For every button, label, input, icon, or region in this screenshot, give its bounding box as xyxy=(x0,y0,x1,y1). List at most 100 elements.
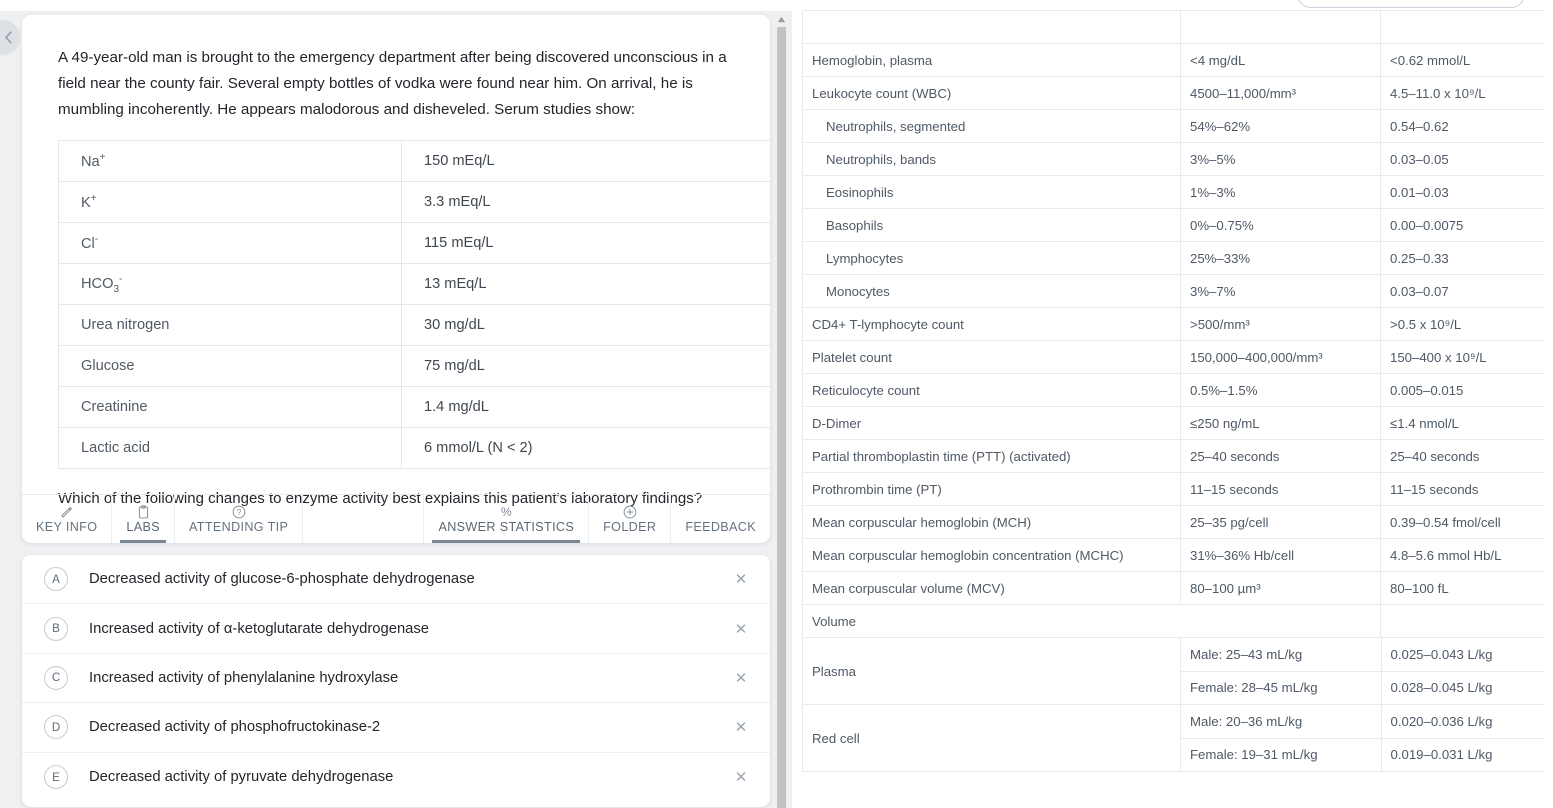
lab-si-cell: ≤1.4 nmol/L xyxy=(1380,406,1553,440)
nested-values-body: Male: 20–36 mL/kg 0.020–0.036 L/kg Femal… xyxy=(1181,705,1553,771)
tab-labs[interactable]: LABS xyxy=(112,495,175,543)
tab-label: FEEDBACK xyxy=(685,520,756,534)
strike-option-icon[interactable]: ✕ xyxy=(730,620,752,638)
lab-conventional-cell: 25–40 seconds xyxy=(1180,439,1381,473)
lab-name-cell: Neutrophils, bands xyxy=(802,142,1181,176)
answer-option-e[interactable]: E Decreased activity of pyruvate dehydro… xyxy=(22,753,770,802)
serum-value-cell: 1.4 mg/dL xyxy=(401,386,770,428)
lab-conventional-cell: 4500–11,000/mm³ xyxy=(1180,76,1381,110)
strike-option-icon[interactable]: ✕ xyxy=(730,718,752,736)
tab-folder[interactable]: FOLDER xyxy=(589,495,672,543)
lab-values-panel: Hemoglobin, plasma <4 mg/dL <0.62 mmol/L… xyxy=(792,0,1553,808)
lab-si-cell: <0.62 mmol/L xyxy=(1380,43,1553,77)
scrollbar-thumb[interactable] xyxy=(777,27,786,808)
table-row: Partial thromboplastin time (PTT) (activ… xyxy=(802,439,1553,473)
answer-option-c[interactable]: C Increased activity of phenylalanine hy… xyxy=(22,654,770,704)
strike-option-icon[interactable]: ✕ xyxy=(730,570,752,588)
empty-cell xyxy=(1180,604,1381,638)
lab-reference-body: Hemoglobin, plasma <4 mg/dL <0.62 mmol/L… xyxy=(802,10,1553,772)
volume-group-name: Plasma xyxy=(802,637,1181,705)
lab-name-cell: Hemoglobin, plasma xyxy=(802,43,1181,77)
lab-si-cell: 0.025–0.043 L/kg xyxy=(1381,638,1553,672)
table-row: Female: 19–31 mL/kg 0.019–0.031 L/kg xyxy=(1181,738,1553,771)
lab-conventional-cell: 31%–36% Hb/cell xyxy=(1180,538,1381,572)
chevron-left-icon xyxy=(4,30,13,44)
charge-sup: + xyxy=(99,152,106,164)
lab-si-cell: 150–400 x 10⁹/L xyxy=(1380,340,1553,374)
panel-top-strip xyxy=(0,0,792,11)
tab-feedback[interactable]: FEEDBACK xyxy=(671,495,770,543)
lab-search-field[interactable] xyxy=(1297,0,1525,8)
strike-option-icon[interactable]: ✕ xyxy=(730,669,752,687)
serum-studies-body: Na+ 150 mEq/L K+ 3.3 mEq/L Cl- 115 mEq/L… xyxy=(58,140,770,469)
tab-label: KEY INFO xyxy=(36,520,98,534)
lab-name-cell: Prothrombin time (PT) xyxy=(802,472,1181,506)
answer-option-a[interactable]: A Decreased activity of glucose-6-phosph… xyxy=(22,555,770,605)
serum-label-cell: Lactic acid xyxy=(58,427,402,469)
scroll-up-arrow-icon[interactable] xyxy=(776,13,787,25)
clipboard-icon xyxy=(138,504,149,519)
tab-label: ANSWER STATISTICS xyxy=(438,520,575,534)
volume-group-values: Male: 20–36 mL/kg 0.020–0.036 L/kg Femal… xyxy=(1180,704,1553,772)
serum-value-cell: 150 mEq/L xyxy=(401,140,770,182)
answer-option-d[interactable]: D Decreased activity of phosphofructokin… xyxy=(22,703,770,753)
lab-si-cell: 0.39–0.54 fmol/cell xyxy=(1380,505,1553,539)
serum-label-cell: Na+ xyxy=(58,140,402,182)
table-row: D-Dimer ≤250 ng/mL ≤1.4 nmol/L xyxy=(802,406,1553,440)
table-row: K+ 3.3 mEq/L xyxy=(58,181,770,223)
serum-value-cell: 13 mEq/L xyxy=(401,263,770,305)
serum-value-cell: 30 mg/dL xyxy=(401,304,770,346)
answer-options-card: A Decreased activity of glucose-6-phosph… xyxy=(22,555,770,807)
lab-conventional-cell: 1%–3% xyxy=(1180,175,1381,209)
lab-name-cell: D-Dimer xyxy=(802,406,1181,440)
lab-si-cell: 0.01–0.03 xyxy=(1380,175,1553,209)
svg-text:?: ? xyxy=(236,508,241,517)
answer-option-b[interactable]: B Increased activity of α-ketoglutarate … xyxy=(22,604,770,654)
lab-name-cell: Mean corpuscular volume (MCV) xyxy=(802,571,1181,605)
cut-cell xyxy=(1380,10,1553,44)
lab-name-cell: Monocytes xyxy=(802,274,1181,308)
table-row: Prothrombin time (PT) 11–15 seconds 11–1… xyxy=(802,472,1553,506)
lab-si-cell: 0.020–0.036 L/kg xyxy=(1381,705,1553,739)
plus-circle-icon xyxy=(623,504,637,519)
lab-si-cell: 11–15 seconds xyxy=(1380,472,1553,506)
volume-section-label: Volume xyxy=(802,604,1181,638)
option-letter: B xyxy=(44,616,68,641)
table-row: Glucose 75 mg/dL xyxy=(58,345,770,387)
tab-attending-tip[interactable]: ? ATTENDING TIP xyxy=(175,495,304,543)
tab-key-info[interactable]: KEY INFO xyxy=(22,495,113,543)
tab-label: LABS xyxy=(126,520,160,534)
tab-answer-statistics[interactable]: % ANSWER STATISTICS xyxy=(424,495,590,543)
lab-name-cell: Neutrophils, segmented xyxy=(802,109,1181,143)
lab-conventional-cell: 3%–5% xyxy=(1180,142,1381,176)
lab-name-cell: Mean corpuscular hemoglobin (MCH) xyxy=(802,505,1181,539)
table-row: Neutrophils, segmented 54%–62% 0.54–0.62 xyxy=(802,109,1553,143)
lab-conventional-cell: 54%–62% xyxy=(1180,109,1381,143)
lab-conventional-cell: 150,000–400,000/mm³ xyxy=(1180,340,1381,374)
table-row: Male: 20–36 mL/kg 0.020–0.036 L/kg xyxy=(1181,705,1553,739)
cut-cell xyxy=(1180,10,1381,44)
lab-conventional-cell: >500/mm³ xyxy=(1180,307,1381,341)
table-row: HCO3- 13 mEq/L xyxy=(58,263,770,305)
table-row-group: Red cell Male: 20–36 mL/kg 0.020–0.036 L… xyxy=(802,704,1553,772)
lab-si-cell: 0.028–0.045 L/kg xyxy=(1390,680,1493,696)
charge-sup: - xyxy=(119,273,123,285)
strike-option-icon[interactable]: ✕ xyxy=(730,768,752,786)
question-panel-scrollbar[interactable] xyxy=(775,13,788,808)
serum-label-cell: Creatinine xyxy=(58,386,402,428)
panel-right-edge xyxy=(1544,0,1553,808)
table-row: Basophils 0%–0.75% 0.00–0.0075 xyxy=(802,208,1553,242)
lab-name-cell: Lymphocytes xyxy=(802,241,1181,275)
question-circle-icon: ? xyxy=(232,504,246,519)
serum-label-cell: Glucose xyxy=(58,345,402,387)
option-text: Decreased activity of glucose-6-phosphat… xyxy=(89,571,475,588)
lab-conventional-cell: 25%–33% xyxy=(1180,241,1381,275)
lab-conventional-cell: ≤250 ng/mL xyxy=(1180,406,1381,440)
table-row: Creatinine 1.4 mg/dL xyxy=(58,386,770,428)
table-row: Mean corpuscular hemoglobin (MCH) 25–35 … xyxy=(802,505,1553,539)
lab-name-cell: Eosinophils xyxy=(802,175,1181,209)
question-stem: A 49-year-old man is brought to the emer… xyxy=(58,49,727,118)
lab-name-cell: Partial thromboplastin time (PTT) (activ… xyxy=(802,439,1181,473)
serum-value-cell: 6 mmol/L (N < 2) xyxy=(401,427,770,469)
lab-name-cell: Platelet count xyxy=(802,340,1181,374)
